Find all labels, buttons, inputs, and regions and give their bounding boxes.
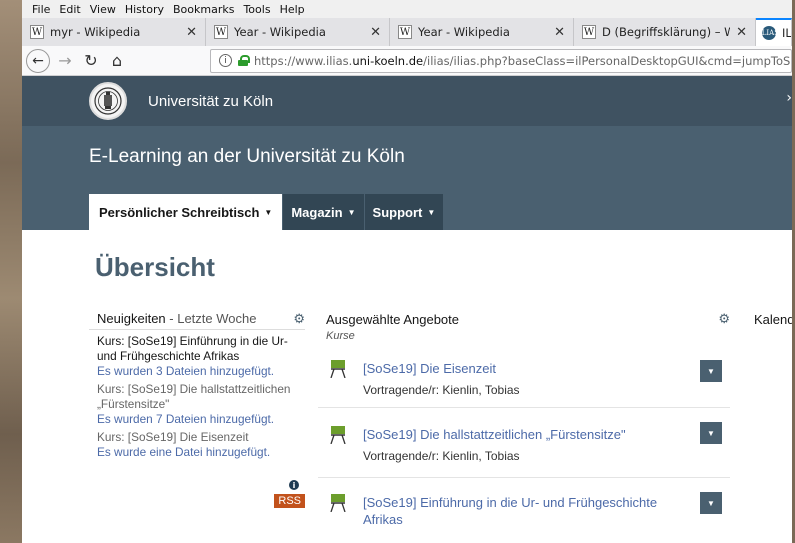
url-domain: uni-koeln.de	[352, 53, 424, 68]
actions-dropdown-button[interactable]: ▼	[700, 422, 722, 444]
lock-icon	[238, 55, 250, 66]
course-title-link[interactable]: [SoSe19] Die hallstattzeitlichen „Fürste…	[363, 426, 683, 443]
course-lecturer: Vortragende/r: Kienlin, Tobias	[363, 449, 520, 463]
menu-view[interactable]: View	[90, 3, 116, 16]
menu-file[interactable]: File	[32, 3, 50, 16]
main-navigation: Persönlicher Schreibtisch ▼ Magazin ▼ Supp…	[89, 194, 444, 230]
home-icon[interactable]: ⌂	[104, 48, 130, 74]
tab-title: D (Begriffsklärung) – Wikipedi	[602, 25, 730, 39]
reload-icon[interactable]: ↻	[78, 48, 104, 74]
forward-arrow-icon[interactable]: →	[52, 48, 78, 74]
nav-magazin[interactable]: Magazin ▼	[283, 194, 364, 230]
selected-offers-block: Ausgewählte Angebote ⚙ Kurse [SoSe19] Di…	[318, 308, 730, 538]
menu-bookmarks[interactable]: Bookmarks	[173, 3, 234, 16]
info-icon[interactable]: i	[219, 54, 232, 67]
nav-label: Persönlicher Schreibtisch	[99, 204, 260, 220]
course-item: [SoSe19] Die Eisenzeit Vortragende/r: Ki…	[318, 344, 730, 408]
offers-category: Kurse	[326, 330, 355, 342]
wikipedia-icon: W	[30, 25, 44, 39]
news-link[interactable]: Es wurden 3 Dateien hinzugefügt.	[97, 364, 305, 379]
news-list: Kurs: [SoSe19] Einführung in die Ur- und…	[89, 330, 305, 460]
caret-down-icon: ▼	[347, 207, 356, 217]
back-arrow-icon[interactable]: ←	[26, 48, 50, 73]
news-header: Neuigkeiten - Letzte Woche ⚙	[89, 308, 305, 330]
close-icon[interactable]: ✕	[554, 25, 565, 40]
actions-dropdown-button[interactable]: ▼	[700, 492, 722, 514]
tab-title: myr - Wikipedia	[50, 25, 141, 39]
news-course: Kurs: [SoSe19] Die Eisenzeit	[97, 430, 249, 444]
browser-tab-active[interactable]: ILIAS ILI	[756, 18, 792, 46]
news-footer: i RSS	[89, 480, 305, 520]
ilias-icon: ILIAS	[759, 26, 779, 40]
tab-bar: W myr - Wikipedia ✕ W Year - Wikipedia ✕…	[22, 18, 792, 46]
close-icon[interactable]: ✕	[370, 25, 381, 40]
course-icon	[330, 494, 346, 512]
nav-label: Magazin	[291, 204, 343, 220]
browser-window: File Edit View History Bookmarks Tools H…	[22, 0, 792, 543]
course-item: [SoSe19] Die hallstattzeitlichen „Fürste…	[318, 408, 730, 478]
course-lecturer: Vortragende/r: Kienlin, Tobias	[363, 383, 520, 397]
tab-title: Year - Wikipedia	[418, 25, 510, 39]
rss-button[interactable]: RSS	[274, 494, 305, 508]
site-banner: E-Learning an der Universität zu Köln Pe…	[22, 126, 792, 230]
info-icon[interactable]: i	[289, 480, 299, 490]
news-title: Neuigkeiten	[97, 311, 166, 326]
calendar-block: Kalend Mo D 1 2 8 9 15 1	[746, 308, 792, 330]
nav-personal-desktop[interactable]: Persönlicher Schreibtisch ▼	[89, 194, 283, 230]
browser-tab[interactable]: W D (Begriffsklärung) – Wikipedi ✕	[574, 18, 756, 46]
university-seal-icon[interactable]	[89, 82, 127, 120]
caret-down-icon: ▼	[427, 207, 436, 217]
menu-tools[interactable]: Tools	[243, 3, 270, 16]
chevron-right-icon[interactable]: ›	[786, 90, 792, 106]
tab-title: ILI	[782, 26, 791, 40]
gear-icon[interactable]: ⚙	[718, 311, 730, 327]
url-rest: /ilias/ilias.php?baseClass=ilPersonalDes…	[423, 53, 792, 68]
news-item: Kurs: [SoSe19] Einführung in die Ur- und…	[97, 334, 305, 379]
menu-edit[interactable]: Edit	[59, 3, 80, 16]
wikipedia-icon: W	[214, 25, 228, 39]
course-title-link[interactable]: [SoSe19] Die Eisenzeit	[363, 360, 683, 377]
menu-bar: File Edit View History Bookmarks Tools H…	[22, 0, 792, 18]
browser-tab[interactable]: W myr - Wikipedia ✕	[22, 18, 206, 46]
url-prefix: https://www.ilias.	[254, 53, 353, 68]
menu-help[interactable]: Help	[280, 3, 305, 16]
news-block: Neuigkeiten - Letzte Woche ⚙ Kurs: [SoSe…	[89, 308, 305, 508]
browser-tab[interactable]: W Year - Wikipedia ✕	[206, 18, 390, 46]
offers-title: Ausgewählte Angebote	[326, 311, 459, 327]
news-link[interactable]: Es wurden 7 Dateien hinzugefügt.	[97, 412, 305, 427]
menu-history[interactable]: History	[125, 3, 164, 16]
course-icon	[330, 360, 346, 378]
main-content: Übersicht Neuigkeiten - Letzte Woche ⚙ K…	[22, 230, 792, 543]
calendar-title: Kalend	[754, 311, 792, 327]
caret-down-icon: ▼	[264, 207, 273, 217]
course-icon	[330, 426, 346, 444]
actions-dropdown-button[interactable]: ▼	[700, 360, 722, 382]
offers-header: Ausgewählte Angebote ⚙	[318, 308, 730, 330]
tab-title: Year - Wikipedia	[234, 25, 326, 39]
news-course: Kurs: [SoSe19] Einführung in die Ur- und…	[97, 334, 288, 363]
browser-tab[interactable]: W Year - Wikipedia ✕	[390, 18, 574, 46]
course-item: [SoSe19] Einführung in die Ur- und Frühg…	[318, 478, 730, 538]
news-subtitle: - Letzte Woche	[169, 311, 257, 326]
course-title-link[interactable]: [SoSe19] Einführung in die Ur- und Frühg…	[363, 494, 683, 528]
ilias-header: Universität zu Köln ›	[22, 76, 792, 126]
address-bar[interactable]: i https://www.ilias. uni-koeln.de/ilias/i…	[210, 48, 792, 73]
navigation-bar: ← → ↻ ⌂ i https://www.ilias. uni-koeln.de…	[22, 46, 792, 76]
wikipedia-icon: W	[582, 25, 596, 39]
news-item: Kurs: [SoSe19] Die hallstattzeitlichen „…	[97, 382, 305, 427]
nav-support[interactable]: Support ▼	[364, 194, 444, 230]
university-name[interactable]: Universität zu Köln	[148, 93, 273, 110]
news-item: Kurs: [SoSe19] Die Eisenzeit Es wurde ei…	[97, 430, 305, 460]
wikipedia-icon: W	[398, 25, 412, 39]
close-icon[interactable]: ✕	[186, 25, 197, 40]
close-icon[interactable]: ✕	[736, 25, 747, 40]
page-title: Übersicht	[95, 252, 215, 282]
nav-label: Support	[372, 204, 423, 220]
gear-icon[interactable]: ⚙	[293, 311, 305, 327]
news-course: Kurs: [SoSe19] Die hallstattzeitlichen „…	[97, 382, 291, 411]
site-title: E-Learning an der Universität zu Köln	[89, 146, 405, 167]
desktop-background-left	[0, 0, 22, 543]
news-link[interactable]: Es wurde eine Datei hinzugefügt.	[97, 445, 305, 460]
